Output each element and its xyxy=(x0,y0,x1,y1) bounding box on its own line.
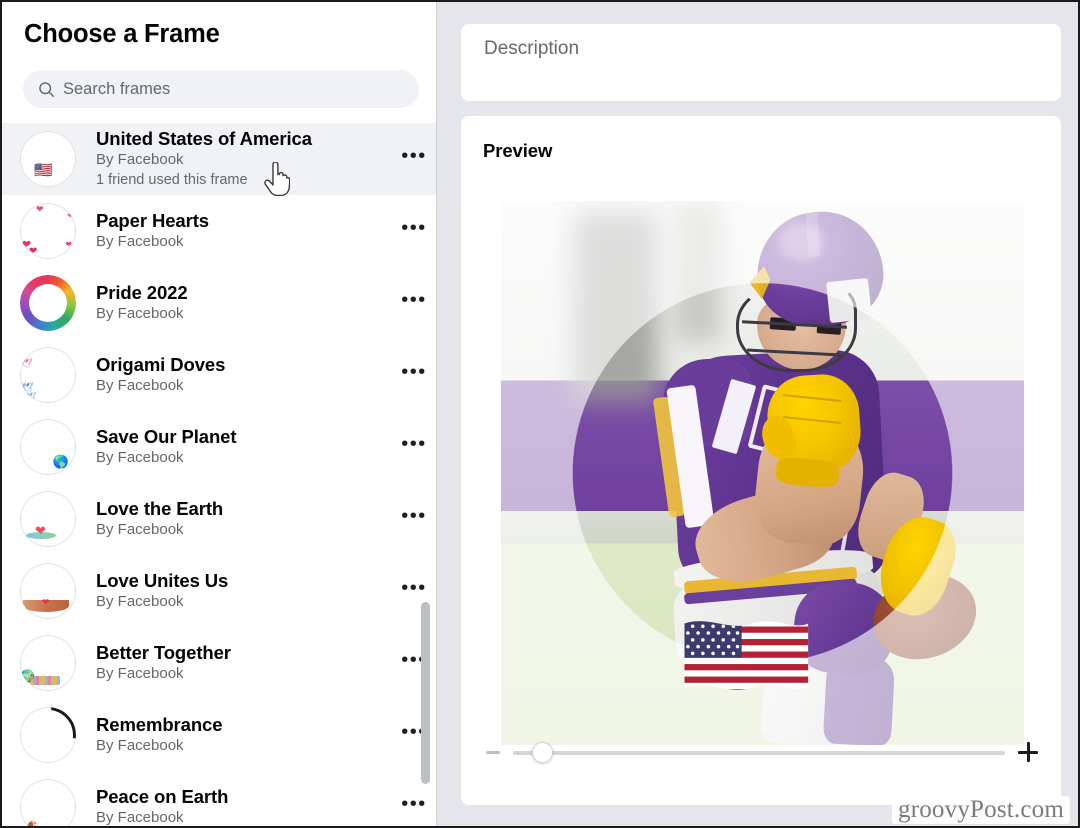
frame-info: Better Together By Facebook xyxy=(76,642,392,685)
frame-list-item-united-states-of-america[interactable]: 🇺🇸 United States of America By Facebook … xyxy=(2,123,436,195)
watermark: groovyPost.com xyxy=(892,796,1070,824)
frame-name: Love the Earth xyxy=(96,497,224,519)
zoom-out-button[interactable] xyxy=(481,740,505,764)
dove-icon: 🕊 xyxy=(26,392,37,401)
frame-author: By Facebook xyxy=(96,376,184,394)
frame-name: Save Our Planet xyxy=(96,425,237,447)
frame-name: United States of America xyxy=(96,127,312,149)
zoom-slider-thumb[interactable] xyxy=(531,742,553,763)
frame-list-item-peace-on-earth[interactable]: 🍂 Peace on Earth By Facebook ••• xyxy=(2,771,436,826)
frame-author: By Facebook xyxy=(96,520,184,538)
page-title: Choose a Frame xyxy=(24,20,220,48)
frame-thumbnail: 🍂 xyxy=(20,779,76,826)
frame-name: Origami Doves xyxy=(96,353,226,375)
frame-info: Peace on Earth By Facebook xyxy=(76,786,392,826)
frame-list-item-love-unites-us[interactable]: ❤ Love Unites Us By Facebook ••• xyxy=(2,555,436,627)
frame-list[interactable]: 🇺🇸 United States of America By Facebook … xyxy=(2,123,436,826)
frame-list-item-pride-2022[interactable]: Pride 2022 By Facebook ••• xyxy=(2,267,436,339)
frame-thumbnail: ❤ ❤ ❤ ❤ ❤ xyxy=(20,203,76,259)
description-input[interactable] xyxy=(484,38,1034,60)
search-input[interactable] xyxy=(63,79,393,99)
us-flag-icon: 🇺🇸 xyxy=(34,162,53,179)
heart-icon: ❤ xyxy=(29,246,38,257)
preview-image-stage[interactable] xyxy=(501,201,1024,745)
frame-name: Love Unites Us xyxy=(96,569,229,591)
preview-card: Preview xyxy=(461,116,1061,805)
frame-info: Love the Earth By Facebook xyxy=(76,498,392,541)
heart-icon: ❤ xyxy=(65,240,72,249)
frame-info: Origami Doves By Facebook xyxy=(76,354,392,397)
frame-usage-meta: 1 friend used this frame xyxy=(96,172,248,189)
frame-list-item-love-the-earth[interactable]: ❤ Love the Earth By Facebook ••• xyxy=(2,483,436,555)
frame-author: By Facebook xyxy=(96,150,184,168)
frame-author: By Facebook xyxy=(96,232,184,250)
frame-info: Save Our Planet By Facebook xyxy=(76,426,392,469)
frame-author: By Facebook xyxy=(96,592,184,610)
frame-thumbnail xyxy=(20,275,76,331)
earth-icon: 🌎 xyxy=(52,454,69,469)
frame-author: By Facebook xyxy=(96,808,184,826)
frame-list-item-remembrance[interactable]: Remembrance By Facebook ••• xyxy=(2,699,436,771)
frame-name: Peace on Earth xyxy=(96,785,229,807)
people-row xyxy=(30,676,60,685)
frame-info: Pride 2022 By Facebook xyxy=(76,282,392,325)
frame-editor-panel: Preview xyxy=(437,2,1078,826)
frame-thumbnail xyxy=(20,707,76,763)
zoom-in-button[interactable] xyxy=(1015,739,1041,765)
search-frames-field[interactable] xyxy=(23,70,419,108)
heart-icon: ❤ xyxy=(42,597,50,607)
frame-list-item-paper-hearts[interactable]: ❤ ❤ ❤ ❤ ❤ Paper Hearts By Facebook ••• xyxy=(2,195,436,267)
remembrance-arc xyxy=(20,707,76,763)
zoom-slider[interactable] xyxy=(513,742,1005,763)
heart-icon: ❤ xyxy=(36,204,44,214)
frame-info: Love Unites Us By Facebook xyxy=(76,570,392,613)
frame-author: By Facebook xyxy=(96,736,184,754)
frame-name: Better Together xyxy=(96,641,231,663)
frame-thumbnail: 🕊 🕊 🕊 xyxy=(20,347,76,403)
frame-name: Remembrance xyxy=(96,713,223,735)
frame-name: Paper Hearts xyxy=(96,209,209,231)
zoom-control-row[interactable] xyxy=(481,737,1041,767)
frame-list-item-better-together[interactable]: 🌍 Better Together By Facebook ••• xyxy=(2,627,436,699)
frame-thumbnail: 🌍 xyxy=(20,635,76,691)
frame-thumbnail: ❤ xyxy=(20,491,76,547)
dove-icon: 🕊 xyxy=(21,358,33,368)
frame-thumbnail: 🇺🇸 xyxy=(20,131,76,187)
app-window: Choose a Frame 🇺🇸 United States of Ameri… xyxy=(0,0,1080,828)
frame-thumbnail: ❤ xyxy=(20,563,76,619)
frame-name: Pride 2022 xyxy=(96,281,188,303)
frame-info: Paper Hearts By Facebook xyxy=(76,210,392,253)
frame-list-item-origami-doves[interactable]: 🕊 🕊 🕊 Origami Doves By Facebook ••• xyxy=(2,339,436,411)
zoom-slider-track xyxy=(513,750,1005,755)
description-card xyxy=(461,24,1061,101)
us-flag-frame-overlay xyxy=(681,614,812,696)
frame-author: By Facebook xyxy=(96,664,184,682)
frame-info: Remembrance By Facebook xyxy=(76,714,392,757)
search-icon xyxy=(37,80,55,98)
frame-chooser-panel: Choose a Frame 🇺🇸 United States of Ameri… xyxy=(2,2,436,826)
frame-author: By Facebook xyxy=(96,304,184,322)
frame-author: By Facebook xyxy=(96,448,184,466)
frame-thumbnail: 🌎 xyxy=(20,419,76,475)
frame-info: United States of America By Facebook 1 f… xyxy=(76,128,392,191)
dove-icon: 🕊 xyxy=(22,382,34,392)
heart-icon: ❤ xyxy=(67,213,73,220)
frame-list-item-save-our-planet[interactable]: 🌎 Save Our Planet By Facebook ••• xyxy=(2,411,436,483)
frame-list-scrollbar-thumb[interactable] xyxy=(421,602,430,784)
leaf-icon: 🍂 xyxy=(26,820,38,827)
preview-label: Preview xyxy=(483,140,553,161)
heart-icon: ❤ xyxy=(35,523,46,538)
